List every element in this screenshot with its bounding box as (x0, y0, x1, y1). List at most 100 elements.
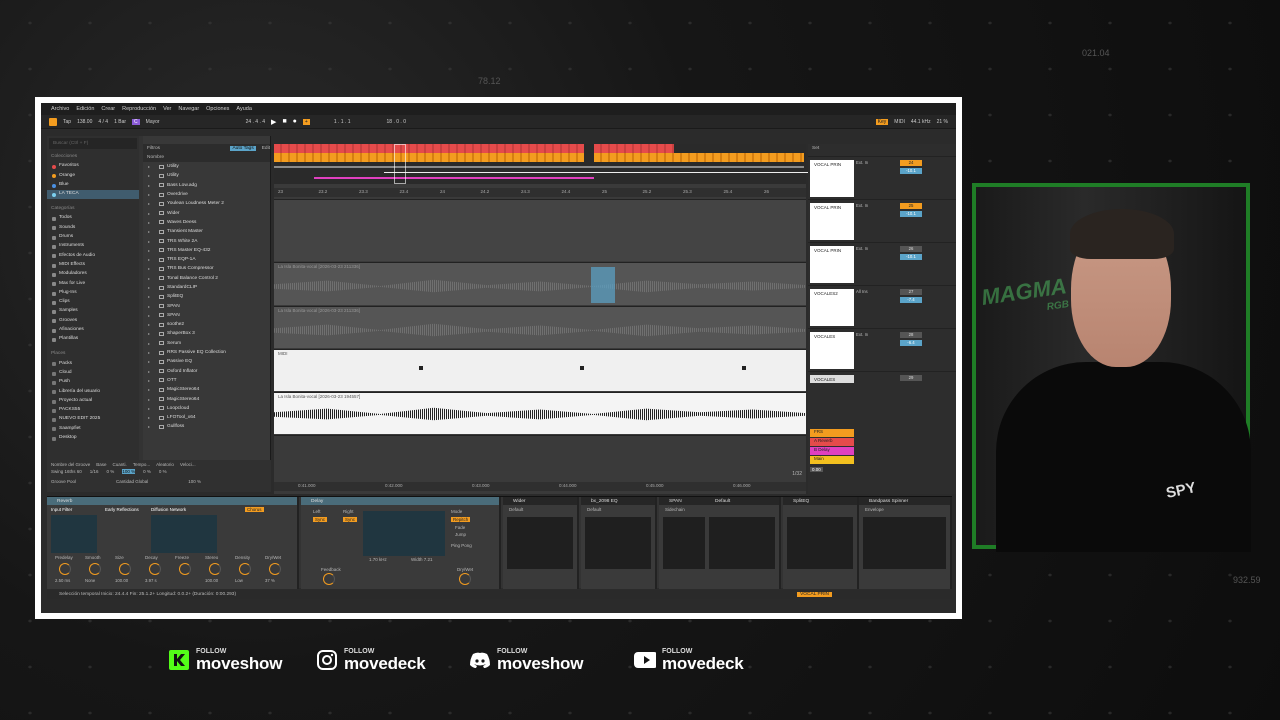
place-item[interactable]: Packs (47, 359, 139, 368)
place-item[interactable]: Push (47, 378, 139, 387)
file-item[interactable]: MagicStereo64 (143, 394, 270, 403)
search-field[interactable]: Buscar (Ctrl + F) (49, 138, 137, 149)
status-track[interactable]: VOCAL PRIN (797, 592, 832, 597)
collection-item[interactable]: Blue (47, 181, 139, 190)
track-number[interactable]: 26 (900, 246, 922, 252)
signature-field[interactable]: 4 / 4 (98, 119, 108, 125)
mixer-track[interactable]: VOCAL PRIN Ext. In 26 -10.1 (808, 242, 956, 285)
scale-field[interactable]: Mayor (146, 119, 160, 125)
dry-wet-knob[interactable] (459, 573, 471, 585)
category-item[interactable]: Instruments (47, 242, 139, 251)
reverb-knob[interactable] (239, 563, 251, 575)
midi-note[interactable] (419, 366, 423, 370)
groove-row-random[interactable]: 0 % (143, 469, 151, 474)
preset-select[interactable]: Default (509, 507, 523, 512)
preset-select[interactable]: Sidechain (665, 507, 685, 512)
input-select[interactable]: Ext. In (856, 203, 868, 208)
place-item[interactable]: Desktop (47, 434, 139, 443)
menu-item[interactable]: Ayuda (236, 106, 252, 112)
place-item[interactable]: Librería del usuario (47, 387, 139, 396)
mixer-track[interactable]: VOCALES 29 (808, 371, 956, 383)
file-item[interactable]: SPAN (143, 311, 270, 320)
category-item[interactable]: Moduladores (47, 270, 139, 279)
preset-select[interactable]: Envelope (865, 507, 884, 512)
delay-filter-display[interactable] (363, 511, 445, 556)
file-item[interactable]: SplitEQ (143, 292, 270, 301)
feedback-knob[interactable] (323, 573, 335, 585)
file-item[interactable]: TRS EQP-1A (143, 255, 270, 264)
reverb-knob[interactable] (119, 563, 131, 575)
reverb-knob[interactable] (179, 563, 191, 575)
file-item[interactable]: OTT (143, 376, 270, 385)
return-track[interactable]: Main (810, 456, 854, 464)
file-item[interactable]: TRS Master EQ-432 (143, 246, 270, 255)
file-item[interactable]: Wider (143, 208, 270, 217)
groove-row-velocity[interactable]: 0 % (159, 469, 167, 474)
category-item[interactable]: Grooves (47, 316, 139, 325)
record-icon[interactable]: ● (293, 118, 297, 125)
category-item[interactable]: Clips (47, 298, 139, 307)
file-item[interactable]: Passive EQ (143, 357, 270, 366)
category-item[interactable]: MIDI Effects (47, 261, 139, 270)
file-item[interactable]: Gullfoss (143, 422, 270, 431)
position-field[interactable]: 24 . 4 . 4 (246, 119, 265, 125)
plugin-display[interactable] (787, 517, 853, 569)
place-item[interactable]: NUEVO EDIT 2025 (47, 415, 139, 424)
midi-note[interactable] (580, 366, 584, 370)
device-title[interactable]: SplitEQ (783, 497, 857, 505)
track-name[interactable]: VOCALES (810, 332, 854, 369)
reverb-knob[interactable] (149, 563, 161, 575)
mixer-track[interactable]: VOCAL PRIN Ext. In 25 -10.1 (808, 199, 956, 242)
file-item[interactable]: Waves Deess (143, 218, 270, 227)
category-item[interactable]: Efectos de Audio (47, 251, 139, 260)
volume-value[interactable]: -6.4 (900, 340, 922, 346)
key-map-button[interactable]: Key (875, 118, 889, 125)
file-item[interactable]: RRS Passive EQ Collection (143, 348, 270, 357)
place-item[interactable]: Cloud (47, 369, 139, 378)
file-item[interactable]: StandardCLIP (143, 283, 270, 292)
plugin-display[interactable] (709, 517, 775, 569)
category-item[interactable]: Plantillas (47, 335, 139, 344)
file-item[interactable]: Overdrive (143, 190, 270, 199)
auto-tags-button[interactable]: Auto Tags (230, 146, 256, 151)
track-vocal-prin-2[interactable]: La Isla Bonita-vocal [2026-03-23 211336] (274, 262, 806, 305)
follow-discord[interactable]: FOLLOW moveshow (469, 648, 583, 672)
tap-button[interactable]: Tap (63, 119, 71, 125)
track-name[interactable]: VOCAL PRIN (810, 246, 854, 283)
file-item[interactable]: ShaperBox 3 (143, 329, 270, 338)
file-item[interactable]: Youlean Loudness Meter 2 (143, 199, 270, 208)
chorus-toggle[interactable]: Chorus (245, 507, 264, 512)
reverb-knob[interactable] (209, 563, 221, 575)
input-select[interactable]: All Ins (856, 289, 868, 294)
groove-row[interactable]: Swing 16ths 60 1/16 0 % 100 % 0 % 0 % (51, 469, 267, 474)
file-item[interactable]: Utility (143, 171, 270, 180)
stop-icon[interactable]: ■ (282, 118, 286, 125)
input-select[interactable]: Ext. In (856, 160, 868, 165)
menu-item[interactable]: Navegar (178, 106, 199, 112)
follow-instagram[interactable]: FOLLOW movedeck (316, 648, 426, 672)
volume-value[interactable]: -10.1 (900, 254, 922, 260)
play-icon[interactable]: ▶ (271, 118, 276, 126)
time-ruler[interactable]: 0:41.000 0:42.000 0:43.000 0:44.000 0:45.000… (274, 482, 838, 491)
category-item[interactable]: Drums (47, 233, 139, 242)
groove-row-tempo[interactable]: 100 % (122, 469, 136, 474)
plugin-display[interactable] (585, 517, 651, 569)
file-item[interactable]: Tonal Balance Control 2 (143, 274, 270, 283)
category-item[interactable]: Plug-Ins (47, 289, 139, 298)
follow-youtube[interactable]: FOLLOW movedeck (634, 648, 744, 672)
menu-item[interactable]: Reproducción (122, 106, 156, 112)
place-item[interactable]: Saampfiet (47, 424, 139, 433)
diffusion-display[interactable] (151, 515, 217, 553)
groove-row-quant[interactable]: 0 % (107, 469, 115, 474)
loop-length-field[interactable]: 18 . 0 . 0 (387, 119, 406, 125)
track-name[interactable]: VOCALES2 (810, 289, 854, 326)
tempo-field[interactable]: 138.00 (77, 119, 92, 125)
reverb-knob[interactable] (59, 563, 71, 575)
track-number[interactable]: 25 (900, 203, 922, 209)
menu-item[interactable]: Opciones (206, 106, 229, 112)
menu-item[interactable]: Ver (163, 106, 171, 112)
midi-map-button[interactable]: MIDI (894, 119, 905, 125)
mixer-track[interactable]: VOCALES2 All Ins 27 -7.4 (808, 285, 956, 328)
arrangement-overview[interactable] (274, 144, 914, 184)
volume-value[interactable]: -10.1 (900, 211, 922, 217)
